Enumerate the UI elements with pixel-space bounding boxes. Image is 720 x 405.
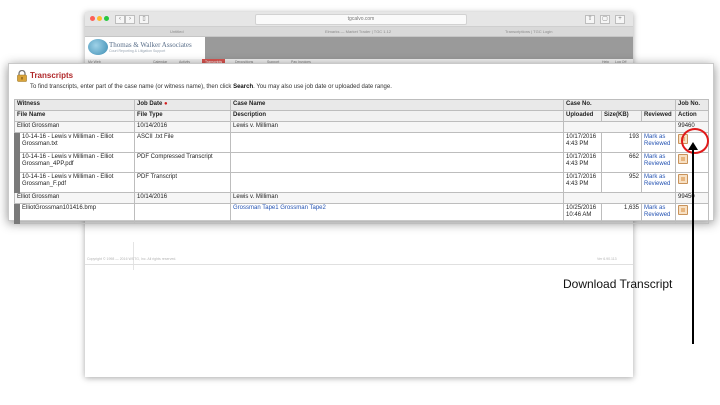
table-row: ElliotGrossman101416.bmp Grossman Tape1 … bbox=[14, 203, 710, 224]
mark-as-reviewed-link[interactable]: Mark as Reviewed bbox=[641, 172, 677, 193]
file-type: PDF Compressed Transcript bbox=[134, 152, 232, 173]
case-name: Lewis v. Milliman bbox=[230, 192, 565, 204]
file-name: 10-14-16 - Lewis v Milliman - Elliot Gro… bbox=[18, 132, 136, 153]
close-window-button[interactable] bbox=[90, 16, 95, 21]
browser-tab[interactable]: Untitled bbox=[170, 29, 184, 34]
file-description bbox=[230, 132, 565, 153]
table-row: 10-14-16 - Lewis v Milliman - Elliot Gro… bbox=[14, 172, 710, 193]
file-description-link[interactable]: Grossman Tape1 Grossman Tape2 bbox=[230, 203, 565, 224]
file-type bbox=[134, 203, 232, 224]
download-transcript-caption: Download Transcript bbox=[563, 277, 673, 291]
header-job-no[interactable]: Job No. bbox=[675, 99, 710, 111]
tabs-overview-icon[interactable]: ▢ bbox=[600, 15, 610, 24]
minimize-window-button[interactable] bbox=[97, 16, 102, 21]
download-icon[interactable] bbox=[678, 174, 689, 184]
table-row: 10-14-16 - Lewis v Milliman - Elliot Gro… bbox=[14, 132, 710, 153]
header-case-no[interactable]: Case No. bbox=[563, 99, 677, 111]
column-divider bbox=[133, 242, 134, 270]
instruction-search-keyword: Search bbox=[233, 84, 254, 90]
version-text: Ver 6.90.113 bbox=[597, 257, 617, 261]
page-title: Transcripts bbox=[30, 71, 74, 80]
uploaded-date: 10/17/2016 4:43 PM bbox=[563, 132, 603, 153]
share-icon[interactable]: ⇧ bbox=[585, 15, 595, 24]
back-button[interactable]: ‹ bbox=[115, 15, 125, 24]
transcripts-table: Witness Job Date ● Case Name Case No. Jo… bbox=[13, 99, 710, 224]
header-case-name[interactable]: Case Name bbox=[230, 99, 565, 111]
case-number bbox=[563, 121, 677, 133]
file-name: 10-14-16 - Lewis v Milliman - Elliot Gro… bbox=[18, 172, 136, 193]
mark-as-reviewed-link[interactable]: Mark as Reviewed bbox=[641, 203, 677, 224]
header-reviewed[interactable]: Reviewed bbox=[641, 110, 677, 122]
mark-as-reviewed-link[interactable]: Mark as Reviewed bbox=[641, 132, 677, 153]
uploaded-date: 10/17/2016 4:43 PM bbox=[563, 172, 603, 193]
file-description bbox=[230, 152, 565, 173]
transcripts-panel: Transcripts To find transcripts, enter p… bbox=[8, 63, 714, 224]
header-uploaded[interactable]: Uploaded bbox=[563, 110, 603, 122]
address-bar[interactable]: tgcalvo.com bbox=[255, 14, 467, 25]
new-tab-icon[interactable]: + bbox=[615, 15, 625, 24]
file-size: 193 bbox=[601, 132, 643, 153]
witness-group-row: Elliot Grossman 10/14/2016 Lewis v. Mill… bbox=[13, 121, 710, 133]
header-job-date[interactable]: Job Date ● bbox=[134, 99, 232, 111]
company-name: Thomas & Walker Associates bbox=[109, 41, 192, 49]
site-header: Thomas & Walker Associates Court Reporti… bbox=[85, 37, 633, 59]
case-name: Lewis v. Milliman bbox=[230, 121, 565, 133]
table-header-row: Witness Job Date ● Case Name Case No. Jo… bbox=[13, 99, 710, 111]
uploaded-date: 10/25/2016 10:46 AM bbox=[563, 203, 603, 224]
uploaded-date: 10/17/2016 4:43 PM bbox=[563, 152, 603, 173]
header-description[interactable]: Description bbox=[230, 110, 565, 122]
file-type: PDF Transcript bbox=[134, 172, 232, 193]
sidebar-toggle-icon[interactable]: ▯ bbox=[139, 15, 149, 24]
header-action[interactable]: Action bbox=[675, 110, 710, 122]
highlight-circle bbox=[681, 128, 709, 154]
browser-tab[interactable]: Elmarks — Market Trader | TGC 1.12 bbox=[325, 29, 391, 34]
download-icon[interactable] bbox=[678, 154, 689, 164]
download-icon[interactable] bbox=[678, 205, 689, 215]
file-name: ElliotGrossman101416.bmp bbox=[18, 203, 136, 224]
header-banner bbox=[205, 37, 633, 59]
file-size: 952 bbox=[601, 172, 643, 193]
browser-titlebar: ‹ › ▯ tgcalvo.com ⇧ ▢ + bbox=[85, 12, 633, 27]
header-size[interactable]: Size(KB) bbox=[601, 110, 643, 122]
company-tagline: Court Reporting & Litigation Support bbox=[109, 49, 166, 53]
header-file-type[interactable]: File Type bbox=[134, 110, 232, 122]
arrow-line bbox=[692, 146, 694, 344]
lock-icon bbox=[17, 70, 27, 82]
browser-tab-strip: Untitled Elmarks — Market Trader | TGC 1… bbox=[85, 27, 633, 37]
witness-name: Elliot Grossman bbox=[13, 192, 136, 204]
table-row: 10-14-16 - Lewis v Milliman - Elliot Gro… bbox=[14, 152, 710, 173]
case-number bbox=[563, 192, 677, 204]
witness-group-row: Elliot Grossman 10/14/2016 Lewis v. Mill… bbox=[13, 192, 710, 204]
copyright-text: Copyright © 1998 — 2016 WSTG, Inc. All r… bbox=[87, 257, 177, 261]
zoom-window-button[interactable] bbox=[104, 16, 109, 21]
sort-indicator-icon: ● bbox=[164, 101, 168, 107]
company-logo-icon bbox=[88, 39, 108, 55]
table-subheader-row: File Name File Type Description Uploaded… bbox=[13, 110, 710, 122]
footer-divider bbox=[85, 264, 633, 265]
search-instructions: To find transcripts, enter part of the c… bbox=[30, 84, 392, 90]
job-date: 10/14/2016 bbox=[134, 192, 232, 204]
file-type: ASCII .txt File bbox=[134, 132, 232, 153]
file-size: 1,635 bbox=[601, 203, 643, 224]
browser-tab[interactable]: Transcriptions | TGC Login bbox=[505, 29, 553, 34]
file-name: 10-14-16 - Lewis v Milliman - Elliot Gro… bbox=[18, 152, 136, 173]
forward-button[interactable]: › bbox=[125, 15, 135, 24]
mark-as-reviewed-link[interactable]: Mark as Reviewed bbox=[641, 152, 677, 173]
witness-name: Elliot Grossman bbox=[13, 121, 136, 133]
file-size: 662 bbox=[601, 152, 643, 173]
header-job-date-label: Job Date bbox=[137, 101, 163, 107]
instruction-text: To find transcripts, enter part of the c… bbox=[30, 84, 234, 90]
job-date: 10/14/2016 bbox=[134, 121, 232, 133]
file-description bbox=[230, 172, 565, 193]
header-file-name[interactable]: File Name bbox=[13, 110, 136, 122]
instruction-text: . You may also use job date or uploaded … bbox=[253, 84, 392, 90]
header-witness[interactable]: Witness bbox=[13, 99, 136, 111]
